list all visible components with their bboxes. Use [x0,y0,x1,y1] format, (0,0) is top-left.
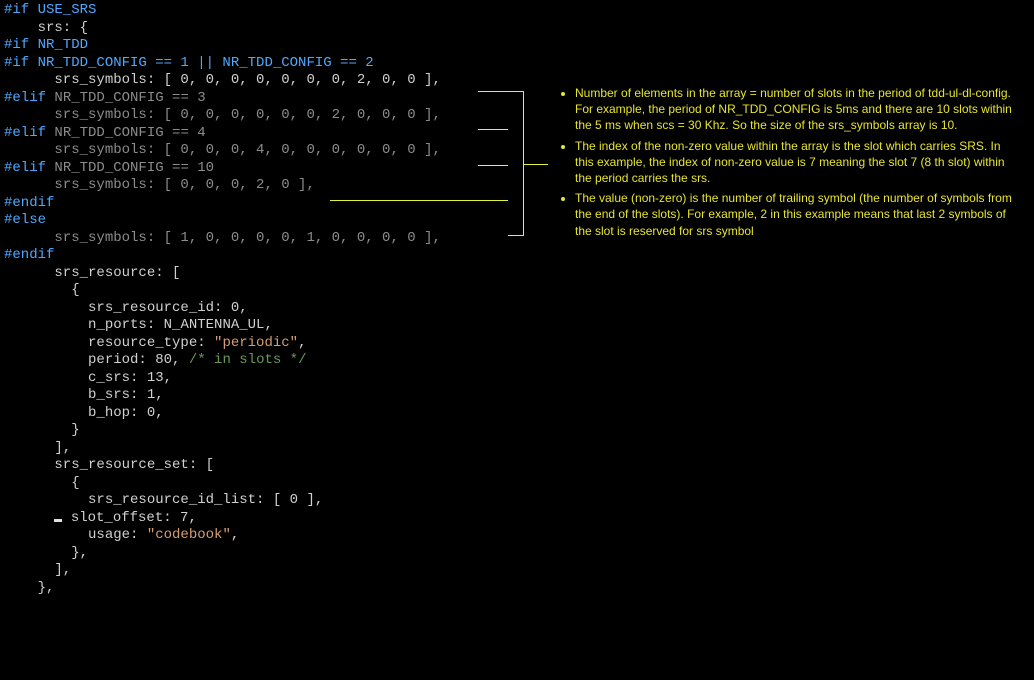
srs-close: }, [4,580,54,596]
set-array-close: ], [4,562,71,578]
period-comment: /* in slots */ [180,352,306,368]
pp-elif-4-kw: #elif [4,125,54,141]
pp-endif-1: #endif [4,195,54,211]
set-brace-close: }, [4,545,88,561]
srs-symbols-cfg4: srs_symbols: [ 0, 0, 0, 4, 0, 0, 0, 0, 0… [4,142,441,158]
bhop-val: 0 [147,405,155,421]
pp-if-use-srs: #if USE_SRS [4,2,96,18]
pp-elif-10-cond: NR_TDD_CONFIG == 10 [54,160,214,176]
srs-symbols-else: srs_symbols: [ 1, 0, 0, 0, 0, 1, 0, 0, 0… [4,230,441,246]
csrs-val: 13 [147,370,164,386]
usage-key: usage: [4,527,147,543]
pp-elif-10-kw: #elif [4,160,54,176]
res-id-val: 0 [231,300,239,316]
line-srs-open: srs: { [4,20,88,36]
array-close: ], [4,440,71,456]
pp-elif-3-cond: NR_TDD_CONFIG == 3 [54,90,205,106]
pp-else: #else [4,212,46,228]
srs-symbols-cfg3: srs_symbols: [ 0, 0, 0, 0, 0, 0, 2, 0, 0… [4,107,441,123]
annotation-panel: Number of elements in the array = number… [555,85,1020,243]
srs-resource-open: srs_resource: [ [4,265,180,281]
srs-symbols-cfg10: srs_symbols: [ 0, 0, 0, 2, 0 ], [4,177,315,193]
csrs-key: c_srs: [4,370,147,386]
brace-close: } [4,422,80,438]
annotation-bullet-1: Number of elements in the array = number… [575,85,1020,134]
pp-if-nr-tdd: #if NR_TDD [4,37,88,53]
nports-key: n_ports: [4,317,164,333]
idlist-key: srs_resource_id_list: [ [4,492,290,508]
bhop-key: b_hop: [4,405,147,421]
annotation-bullet-2: The index of the non-zero value within t… [575,138,1020,187]
slotoff-val: 7 [180,510,188,526]
nports-val: N_ANTENNA_UL [164,317,265,333]
bsrs-key: b_srs: [4,387,147,403]
set-brace-open: { [4,475,80,491]
slotoff-key: slot_offset: [62,510,180,526]
usage-val: "codebook" [147,527,231,543]
period-val: 80 [155,352,172,368]
idlist-val: 0 [290,492,298,508]
idlist-end: ], [298,492,323,508]
rtype-key: resource_type: [4,335,214,351]
pp-elif-4-cond: NR_TDD_CONFIG == 4 [54,125,205,141]
annotation-bullet-3: The value (non-zero) is the number of tr… [575,190,1020,239]
srs-resource-set-open: srs_resource_set: [ [4,457,214,473]
slotoff-indent [4,510,54,526]
code-block: #if USE_SRS srs: { #if NR_TDD #if NR_TDD… [4,2,516,597]
bsrs-val: 1 [147,387,155,403]
pp-elif-3-kw: #elif [4,90,54,106]
code-pane: #if USE_SRS srs: { #if NR_TDD #if NR_TDD… [0,0,520,599]
pp-endif-2: #endif [4,247,54,263]
srs-symbols-active: srs_symbols: [ 0, 0, 0, 0, 0, 0, 0, 2, 0… [4,72,441,88]
text-cursor [54,519,62,522]
pp-if-config-1-2: #if NR_TDD_CONFIG == 1 || NR_TDD_CONFIG … [4,55,374,71]
brace-open: { [4,282,80,298]
annotation-list: Number of elements in the array = number… [555,85,1020,239]
rtype-val: "periodic" [214,335,298,351]
res-id-key: srs_resource_id: [4,300,231,316]
period-key: period: [4,352,155,368]
